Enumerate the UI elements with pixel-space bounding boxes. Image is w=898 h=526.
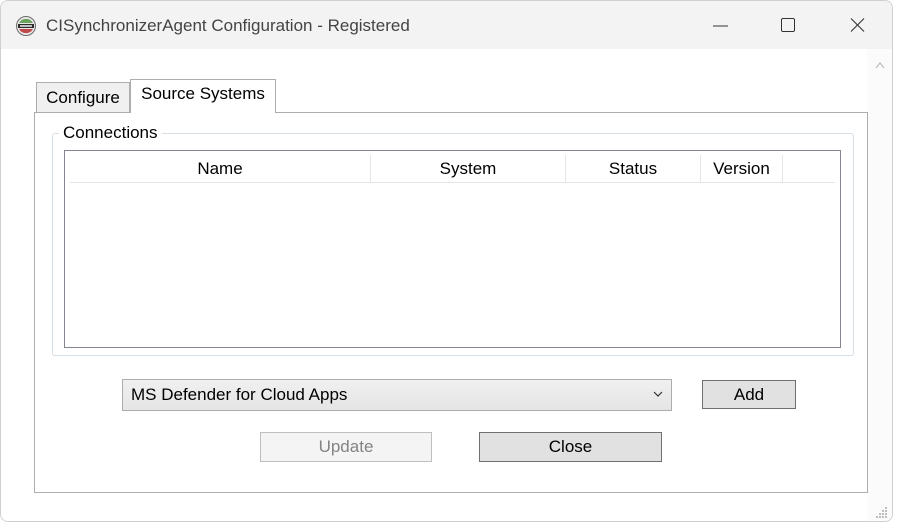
update-button[interactable]: Update (260, 432, 432, 462)
connections-group-label: Connections (59, 123, 162, 143)
column-header-name[interactable]: Name (70, 157, 370, 183)
synchronizer-logo-icon (16, 16, 36, 36)
source-system-selected-value: MS Defender for Cloud Apps (131, 385, 348, 404)
config-window: CISynchronizerAgent Configuration - Regi… (0, 0, 893, 522)
title-bar[interactable]: CISynchronizerAgent Configuration - Regi… (1, 1, 892, 49)
close-icon (850, 18, 865, 32)
scroll-up-arrow-icon[interactable] (867, 54, 893, 74)
connections-list[interactable]: Name System Status Version (64, 150, 841, 348)
vertical-scrollbar[interactable] (867, 49, 893, 521)
add-button[interactable]: Add (702, 380, 796, 409)
close-window-button[interactable] (842, 11, 872, 41)
close-button[interactable]: Close (479, 432, 662, 462)
tab-configure[interactable]: Configure (36, 82, 130, 112)
list-header-divider (70, 182, 835, 183)
chevron-down-icon (653, 391, 663, 397)
minimize-icon (713, 25, 728, 27)
column-header-system[interactable]: System (371, 157, 565, 183)
maximize-icon (781, 18, 795, 32)
minimize-button[interactable] (704, 11, 734, 41)
source-system-select[interactable]: MS Defender for Cloud Apps (122, 379, 672, 411)
maximize-button[interactable] (773, 11, 803, 41)
column-separator[interactable] (782, 155, 783, 183)
window-title: CISynchronizerAgent Configuration - Regi… (46, 16, 410, 35)
resize-grip-icon[interactable] (873, 504, 889, 520)
column-header-status[interactable]: Status (566, 157, 700, 183)
tab-source-systems[interactable]: Source Systems (130, 79, 276, 113)
column-header-version[interactable]: Version (701, 157, 782, 183)
